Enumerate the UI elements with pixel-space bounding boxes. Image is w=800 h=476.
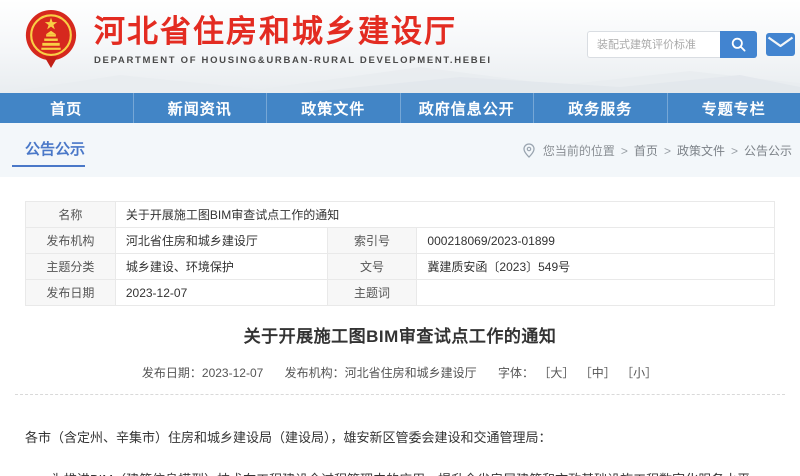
meta-label-publisher: 发布机构 bbox=[26, 228, 116, 254]
nav-item-home[interactable]: 首页 bbox=[0, 93, 134, 123]
nav-item-services[interactable]: 政务服务 bbox=[534, 93, 668, 123]
meta-value-keywords bbox=[417, 280, 775, 306]
meta-value-name: 关于开展施工图BIM审查试点工作的通知 bbox=[115, 202, 774, 228]
meta-label-topic-category: 主题分类 bbox=[26, 254, 116, 280]
font-size-label: 字体： bbox=[498, 366, 534, 380]
breadcrumb-band: 公告公示 您当前的位置 > 首页 > 政策文件 > 公告公示 bbox=[0, 123, 800, 177]
meta-value-index-number: 000218069/2023-01899 bbox=[417, 228, 775, 254]
nav-item-gov-info[interactable]: 政府信息公开 bbox=[401, 93, 535, 123]
search-bar bbox=[587, 31, 757, 58]
breadcrumb-location-label: 您当前的位置 bbox=[543, 142, 615, 159]
breadcrumb-item-announcements[interactable]: 公告公示 bbox=[744, 142, 792, 159]
search-input[interactable] bbox=[587, 31, 720, 58]
national-emblem-icon bbox=[22, 8, 80, 70]
site-header: 河北省住房和城乡建设厅 DEPARTMENT OF HOUSING&URBAN-… bbox=[0, 0, 800, 93]
table-row: 发布机构 河北省住房和城乡建设厅 索引号 000218069/2023-0189… bbox=[26, 228, 775, 254]
search-button[interactable] bbox=[720, 31, 757, 58]
meta-value-publish-date: 2023-12-07 bbox=[115, 280, 327, 306]
publisher-value: 河北省住房和城乡建设厅 bbox=[345, 366, 477, 380]
breadcrumb: 您当前的位置 > 首页 > 政策文件 > 公告公示 bbox=[523, 142, 792, 159]
site-title: 河北省住房和城乡建设厅 bbox=[94, 14, 492, 50]
section-title: 公告公示 bbox=[25, 138, 85, 159]
article-body: 各市（含定州、辛集市）住房和城乡建设局（建设局），雄安新区管委会建设和交通管理局… bbox=[25, 425, 775, 476]
meta-value-publisher: 河北省住房和城乡建设厅 bbox=[115, 228, 327, 254]
nav-item-news[interactable]: 新闻资讯 bbox=[134, 93, 268, 123]
font-size-medium-button[interactable]: ［中］ bbox=[580, 366, 616, 380]
font-size-large-button[interactable]: ［大］ bbox=[538, 366, 574, 380]
nav-item-topics[interactable]: 专题专栏 bbox=[668, 93, 800, 123]
nav-item-policy[interactable]: 政策文件 bbox=[267, 93, 401, 123]
breadcrumb-separator: > bbox=[664, 144, 671, 158]
publish-date-label: 发布日期： bbox=[142, 366, 202, 380]
table-row: 发布日期 2023-12-07 主题词 bbox=[26, 280, 775, 306]
meta-label-index-number: 索引号 bbox=[327, 228, 417, 254]
article-meta: 发布日期：2023-12-07 发布机构：河北省住房和城乡建设厅 字体： ［大］… bbox=[0, 364, 800, 381]
publisher: 发布机构：河北省住房和城乡建设厅 bbox=[285, 366, 477, 380]
dashed-divider bbox=[15, 394, 785, 395]
article-paragraph: 为推进BIM（建筑信息模型）技术在工程建设全过程管理中的应用，提升全省房屋建筑和… bbox=[25, 467, 775, 476]
breadcrumb-separator: > bbox=[621, 144, 628, 158]
meta-value-topic-category: 城乡建设、环境保护 bbox=[115, 254, 327, 280]
site-brand[interactable]: 河北省住房和城乡建设厅 DEPARTMENT OF HOUSING&URBAN-… bbox=[22, 8, 492, 70]
brand-text: 河北省住房和城乡建设厅 DEPARTMENT OF HOUSING&URBAN-… bbox=[94, 8, 492, 66]
page: 河北省住房和城乡建设厅 DEPARTMENT OF HOUSING&URBAN-… bbox=[0, 0, 800, 476]
meta-label-name: 名称 bbox=[26, 202, 116, 228]
publish-date: 发布日期：2023-12-07 bbox=[142, 366, 263, 380]
site-subtitle: DEPARTMENT OF HOUSING&URBAN-RURAL DEVELO… bbox=[94, 55, 492, 66]
breadcrumb-item-home[interactable]: 首页 bbox=[634, 142, 658, 159]
mail-icon bbox=[766, 33, 795, 56]
mail-button[interactable] bbox=[766, 33, 795, 56]
meta-label-doc-number: 文号 bbox=[327, 254, 417, 280]
table-row: 主题分类 城乡建设、环境保护 文号 冀建质安函〔2023〕549号 bbox=[26, 254, 775, 280]
search-icon bbox=[731, 37, 746, 52]
meta-value-doc-number: 冀建质安函〔2023〕549号 bbox=[417, 254, 775, 280]
breadcrumb-separator: > bbox=[731, 144, 738, 158]
breadcrumb-item-policy[interactable]: 政策文件 bbox=[677, 142, 725, 159]
document-meta-table: 名称 关于开展施工图BIM审查试点工作的通知 发布机构 河北省住房和城乡建设厅 … bbox=[25, 201, 775, 306]
article-title: 关于开展施工图BIM审查试点工作的通知 bbox=[0, 322, 800, 347]
content-area: 名称 关于开展施工图BIM审查试点工作的通知 发布机构 河北省住房和城乡建设厅 … bbox=[0, 177, 800, 476]
article-paragraph: 各市（含定州、辛集市）住房和城乡建设局（建设局），雄安新区管委会建设和交通管理局… bbox=[25, 425, 775, 451]
section-title-underline bbox=[12, 165, 85, 167]
meta-label-publish-date: 发布日期 bbox=[26, 280, 116, 306]
table-row: 名称 关于开展施工图BIM审查试点工作的通知 bbox=[26, 202, 775, 228]
publish-date-value: 2023-12-07 bbox=[202, 366, 263, 380]
publisher-label: 发布机构： bbox=[285, 366, 345, 380]
meta-label-keywords: 主题词 bbox=[327, 280, 417, 306]
font-size-small-button[interactable]: ［小］ bbox=[621, 366, 657, 380]
font-size-controls: 字体： ［大］ ［中］ ［小］ bbox=[498, 366, 658, 380]
location-pin-icon bbox=[523, 143, 535, 158]
main-nav: 首页 新闻资讯 政策文件 政府信息公开 政务服务 专题专栏 bbox=[0, 93, 800, 123]
